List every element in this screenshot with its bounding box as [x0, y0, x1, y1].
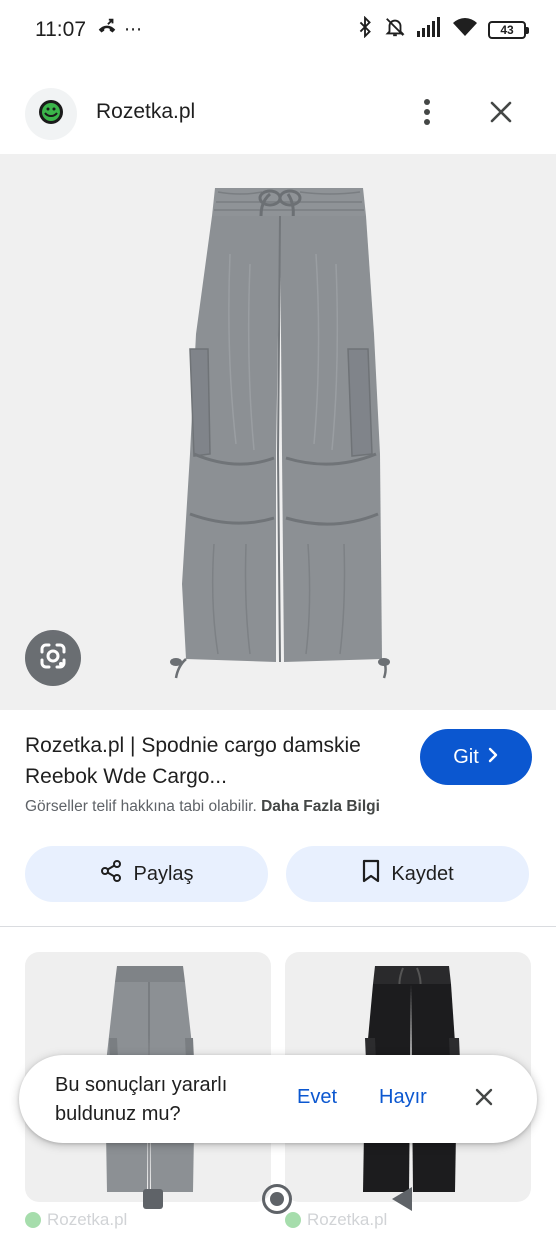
feedback-no-button[interactable]: Hayır — [379, 1086, 427, 1109]
more-info-link[interactable]: Daha Fazla Bilgi — [261, 798, 380, 815]
feedback-close-button[interactable] — [469, 1081, 499, 1117]
divider — [0, 926, 556, 927]
google-lens-icon — [38, 641, 68, 676]
close-icon — [489, 100, 513, 129]
share-icon — [99, 859, 123, 889]
site-favicon[interactable] — [25, 88, 77, 140]
notifications-off-icon — [384, 16, 406, 43]
more-vert-icon — [423, 98, 431, 131]
bookmark-icon — [361, 859, 381, 889]
close-button[interactable] — [484, 94, 518, 134]
status-time: 11:07 — [35, 18, 86, 41]
save-button[interactable]: Kaydet — [286, 846, 529, 902]
bluetooth-icon — [356, 15, 374, 43]
share-label: Paylaş — [133, 862, 194, 885]
home-button[interactable] — [262, 1184, 292, 1214]
result-title[interactable]: Rozetka.pl | Spodnie cargo damskie Reebo… — [25, 730, 395, 792]
wifi-icon — [452, 17, 478, 42]
status-bar: 11:07 ⋯ 43 — [0, 0, 556, 62]
feedback-yes-button[interactable]: Evet — [297, 1086, 337, 1109]
save-label: Kaydet — [391, 862, 454, 885]
copyright-notice: Görseller telif hakkına tabi olabilir. D… — [25, 798, 380, 816]
product-pants-image — [170, 188, 390, 679]
call-forward-icon — [96, 16, 118, 43]
main-product-image[interactable] — [0, 154, 556, 710]
share-button[interactable]: Paylaş — [25, 846, 268, 902]
more-dots-icon: ⋯ — [124, 19, 143, 39]
feedback-question: Bu sonuçları yararlı buldunuz mu? — [55, 1074, 228, 1125]
copyright-text: Görseller telif hakkına tabi olabilir. — [25, 798, 257, 815]
feedback-snackbar: Bu sonuçları yararlı buldunuz mu? Evet H… — [19, 1055, 537, 1143]
visit-button[interactable]: Git — [420, 729, 532, 785]
system-nav-bar — [0, 1175, 556, 1225]
battery-icon: 43 — [488, 20, 529, 39]
viewer-header: Rozetka.pl — [0, 80, 556, 146]
more-options-button[interactable] — [412, 94, 442, 134]
back-button[interactable] — [392, 1187, 412, 1211]
signal-icon — [416, 17, 442, 42]
lens-search-button[interactable] — [25, 630, 81, 686]
rozetka-logo-icon — [37, 98, 65, 131]
site-title[interactable]: Rozetka.pl — [96, 100, 195, 124]
chevron-right-icon — [487, 746, 499, 769]
visit-button-label: Git — [453, 745, 479, 768]
close-icon — [475, 1088, 493, 1111]
recents-button[interactable] — [143, 1189, 163, 1209]
